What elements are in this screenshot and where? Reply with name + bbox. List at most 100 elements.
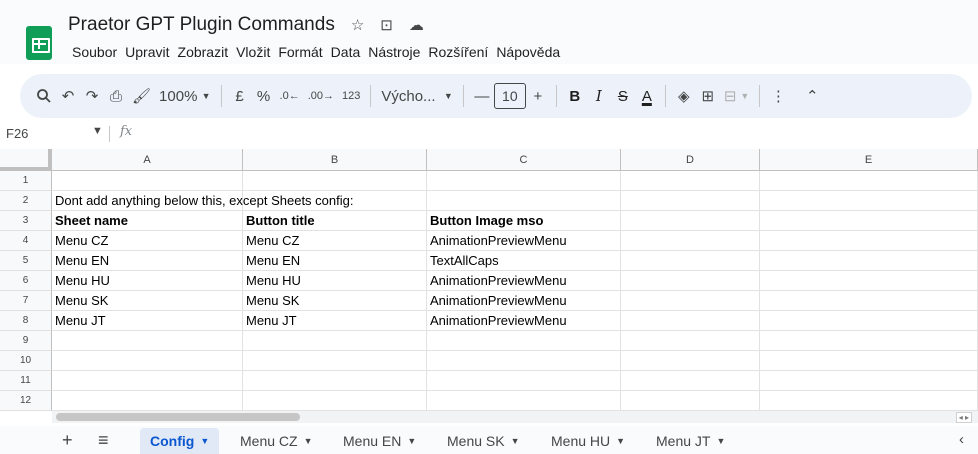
scroll-arrows-icon[interactable]: ◂ ▸ (955, 412, 972, 423)
sheet-tab-menu-jt[interactable]: Menu JT ▼ (646, 428, 735, 454)
cell-d4[interactable] (621, 231, 760, 251)
cell-e6[interactable] (760, 271, 978, 291)
cell-d8[interactable] (621, 311, 760, 331)
name-box[interactable]: F26 (6, 126, 28, 141)
cell-e10[interactable] (760, 351, 978, 371)
cell-d10[interactable] (621, 351, 760, 371)
cell-a7[interactable]: Menu SK (52, 291, 243, 311)
document-title[interactable]: Praetor GPT Plugin Commands (68, 14, 335, 36)
number-format-button[interactable]: 123 (338, 82, 364, 110)
column-header-d[interactable]: D (621, 149, 760, 171)
cell-a5[interactable]: Menu EN (52, 251, 243, 271)
font-size-input[interactable]: 10 (493, 83, 526, 109)
cell-b7[interactable]: Menu SK (243, 291, 427, 311)
cell-e12[interactable] (760, 391, 978, 411)
cell-b5[interactable]: Menu EN (243, 251, 427, 271)
row-header-6[interactable]: 6 (0, 271, 52, 291)
cell-c1[interactable] (427, 171, 621, 191)
move-folder-icon[interactable]: ⊡ (380, 16, 393, 34)
cell-c9[interactable] (427, 331, 621, 351)
merge-cells-icon[interactable]: ⊟ ▼ (720, 82, 754, 110)
cell-b2[interactable] (243, 191, 427, 211)
chevron-down-icon[interactable]: ▼ (616, 436, 625, 446)
cell-c10[interactable] (427, 351, 621, 371)
cell-b6[interactable]: Menu HU (243, 271, 427, 291)
cell-b3[interactable]: Button title (243, 211, 427, 231)
cell-a4[interactable]: Menu CZ (52, 231, 243, 251)
chevron-down-icon[interactable]: ▼ (716, 436, 725, 446)
cell-d6[interactable] (621, 271, 760, 291)
cell-b12[interactable] (243, 391, 427, 411)
cell-d11[interactable] (621, 371, 760, 391)
sheet-tab-config[interactable]: Config ▼ (140, 428, 220, 454)
paint-format-icon[interactable]: 🖌 (128, 82, 155, 110)
decrease-decimal-button[interactable]: .0 ← (276, 82, 304, 110)
cell-c11[interactable] (427, 371, 621, 391)
strikethrough-button[interactable]: S (611, 82, 635, 110)
decrease-font-size-button[interactable]: — (470, 82, 494, 110)
search-menus-icon[interactable] (32, 82, 56, 110)
cell-b8[interactable]: Menu JT (243, 311, 427, 331)
cell-c5[interactable]: TextAllCaps (427, 251, 621, 271)
sheet-tab-menu-hu[interactable]: Menu HU ▼ (541, 428, 635, 454)
cell-a8[interactable]: Menu JT (52, 311, 243, 331)
chevron-down-icon[interactable]: ▼ (511, 436, 520, 446)
more-options-icon[interactable]: ⋮ (766, 82, 790, 110)
chevron-down-icon[interactable]: ▼ (92, 125, 103, 137)
cell-a1[interactable] (52, 171, 243, 191)
fill-color-icon[interactable]: ◈ (672, 82, 696, 110)
menu-upravit[interactable]: Upravit (121, 44, 173, 60)
cell-b9[interactable] (243, 331, 427, 351)
bold-button[interactable]: B (563, 82, 587, 110)
chevron-left-icon[interactable]: ‹ (959, 431, 964, 448)
select-all-corner[interactable] (0, 149, 52, 171)
cell-d3[interactable] (621, 211, 760, 231)
menu-vlozit[interactable]: Vložit (232, 44, 274, 60)
cell-a11[interactable] (52, 371, 243, 391)
chevron-down-icon[interactable]: ▼ (304, 436, 313, 446)
cell-e4[interactable] (760, 231, 978, 251)
horizontal-scrollbar[interactable]: ◂ ▸ (52, 411, 978, 423)
percent-format-button[interactable]: % (252, 82, 276, 110)
column-header-b[interactable]: B (243, 149, 427, 171)
row-header-4[interactable]: 4 (0, 231, 52, 251)
cell-e1[interactable] (760, 171, 978, 191)
cell-b1[interactable] (243, 171, 427, 191)
menu-rozsireni[interactable]: Rozšíření (424, 44, 492, 60)
row-header-7[interactable]: 7 (0, 291, 52, 311)
redo-icon[interactable]: ↷ (80, 82, 104, 110)
cell-e3[interactable] (760, 211, 978, 231)
cell-e11[interactable] (760, 371, 978, 391)
borders-icon[interactable]: ⊞ (696, 82, 720, 110)
undo-icon[interactable]: ↶ (56, 82, 80, 110)
cell-a3[interactable]: Sheet name (52, 211, 243, 231)
cell-c12[interactable] (427, 391, 621, 411)
menu-zobrazit[interactable]: Zobrazit (174, 44, 233, 60)
cell-c2[interactable] (427, 191, 621, 211)
cell-d1[interactable] (621, 171, 760, 191)
cell-c6[interactable]: AnimationPreviewMenu (427, 271, 621, 291)
increase-decimal-button[interactable]: .00 → (304, 82, 338, 110)
cell-e8[interactable] (760, 311, 978, 331)
sheet-tab-menu-en[interactable]: Menu EN ▼ (333, 428, 426, 454)
menu-format[interactable]: Formát (274, 44, 326, 60)
scrollbar-thumb[interactable] (56, 413, 300, 421)
font-select[interactable]: Výcho... ▼ (377, 82, 456, 110)
row-header-1[interactable]: 1 (0, 171, 52, 191)
menu-napoveda[interactable]: Nápověda (492, 44, 564, 60)
row-header-2[interactable]: 2 (0, 191, 52, 211)
cloud-status-icon[interactable]: ☁ (409, 16, 424, 34)
cell-d7[interactable] (621, 291, 760, 311)
cell-c7[interactable]: AnimationPreviewMenu (427, 291, 621, 311)
column-header-e[interactable]: E (760, 149, 978, 171)
sheets-logo-icon[interactable] (26, 26, 52, 60)
all-sheets-icon[interactable]: ≡ (98, 430, 109, 451)
cell-a6[interactable]: Menu HU (52, 271, 243, 291)
chevron-down-icon[interactable]: ▼ (200, 436, 209, 446)
text-color-button[interactable]: A (635, 82, 659, 110)
cell-e2[interactable] (760, 191, 978, 211)
cell-e5[interactable] (760, 251, 978, 271)
cell-a9[interactable] (52, 331, 243, 351)
row-header-9[interactable]: 9 (0, 331, 52, 351)
cell-c8[interactable]: AnimationPreviewMenu (427, 311, 621, 331)
